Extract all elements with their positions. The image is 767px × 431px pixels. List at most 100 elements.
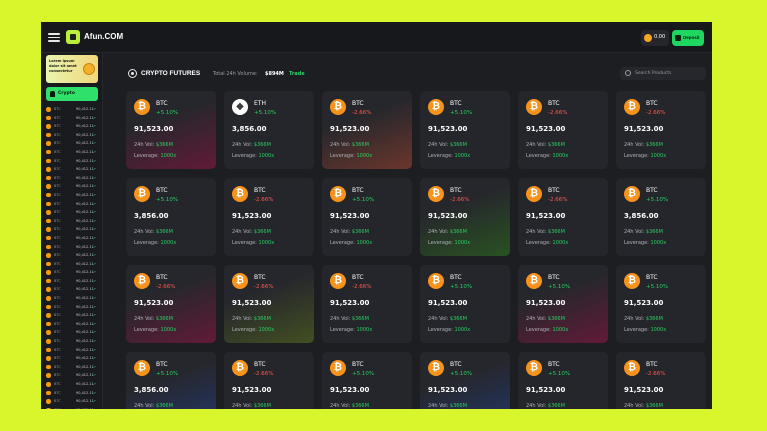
- futures-card[interactable]: ◆ ETH +5.10% 3,856.00 24h Vol: $366M Leverage…: [224, 91, 314, 169]
- market-list-item[interactable]: BTC90,412.11↗: [46, 260, 98, 269]
- brand-name[interactable]: Afun.COM: [84, 32, 123, 41]
- market-list-item[interactable]: BTC90,412.11↗: [46, 174, 98, 183]
- futures-card[interactable]: ₿BTC-2.66%91,523.0024h Vol: $366MLeverag…: [322, 265, 412, 343]
- market-list-item[interactable]: BTC90,412.11↗: [46, 337, 98, 346]
- card-leverage: Leverage: 1000x: [624, 240, 666, 246]
- futures-card[interactable]: ₿BTC+5.10%91,523.0024h Vol: $366MLeverag…: [420, 352, 510, 409]
- market-list-item[interactable]: BTC90,412.11↗: [46, 243, 98, 252]
- market-list-item[interactable]: BTC90,412.11↗: [46, 406, 98, 409]
- market-symbol: BTC: [54, 192, 61, 197]
- market-list-item[interactable]: BTC90,412.11↗: [46, 277, 98, 286]
- market-price: 90,412.11: [76, 192, 94, 197]
- search-input[interactable]: Search Products: [620, 67, 706, 80]
- balance-pill[interactable]: 0.00: [641, 30, 669, 46]
- futures-card[interactable]: ₿BTC-2.66%91,523.0024h Vol: $366MLeverag…: [126, 265, 216, 343]
- promo-banner[interactable]: Lorem ipsum dolor sit amet consectetur: [46, 55, 98, 83]
- category-crypto-button[interactable]: Crypto: [46, 87, 98, 101]
- market-list-item[interactable]: BTC90,412.11↗: [46, 363, 98, 372]
- card-change: +5.10%: [254, 110, 277, 116]
- futures-card[interactable]: ₿BTC+5.10%91,523.0024h Vol: $366MLeverag…: [322, 178, 412, 256]
- market-list-item[interactable]: BTC90,412.11↗: [46, 148, 98, 157]
- futures-card[interactable]: ₿BTC+5.10%91,523.0024h Vol: $366MLeverag…: [518, 352, 608, 409]
- market-symbol: BTC: [54, 278, 61, 283]
- card-price: 91,523.00: [428, 125, 468, 133]
- market-price: 90,412.11: [76, 158, 94, 163]
- market-list-item[interactable]: BTC90,412.11↗: [46, 311, 98, 320]
- trend-up-icon: ↗: [93, 399, 96, 404]
- volume-value: $366M: [253, 142, 271, 148]
- market-list-item[interactable]: BTC90,412.11↗: [46, 217, 98, 226]
- market-list-item[interactable]: BTC90,412.11↗: [46, 251, 98, 260]
- leverage-value: 1000x: [356, 327, 373, 333]
- futures-card[interactable]: ₿BTC+5.10%3,856.0024h Vol: $366MLeverage…: [126, 352, 216, 409]
- volume-value: $366M: [253, 403, 271, 409]
- futures-card[interactable]: ₿BTC+5.10%91,523.0024h Vol: $366MLeverag…: [518, 265, 608, 343]
- market-list-item[interactable]: BTC90,412.11↗: [46, 131, 98, 140]
- card-volume: 24h Vol: $366M: [624, 403, 663, 409]
- market-list-item[interactable]: BTC90,412.11↗: [46, 234, 98, 243]
- market-list-item[interactable]: BTC90,412.11↗: [46, 328, 98, 337]
- futures-card[interactable]: ₿BTC-2.66%91,523.0024h Vol: $366MLeverag…: [224, 178, 314, 256]
- market-list-item[interactable]: BTC90,412.11↗: [46, 165, 98, 174]
- volume-value: $366M: [155, 316, 173, 322]
- futures-card[interactable]: ₿BTC-2.66%91,523.0024h Vol: $366MLeverag…: [616, 91, 706, 169]
- futures-card[interactable]: ₿BTC-2.66%91,523.0024h Vol: $366MLeverag…: [616, 352, 706, 409]
- futures-card[interactable]: ₿BTC-2.66%91,523.0024h Vol: $366MLeverag…: [518, 91, 608, 169]
- volume-value: $366M: [449, 229, 467, 235]
- market-list-item[interactable]: BTC90,412.11↗: [46, 320, 98, 329]
- card-change: -2.66%: [254, 371, 274, 377]
- futures-card[interactable]: ₿BTC-2.66%91,523.0024h Vol: $366MLeverag…: [420, 178, 510, 256]
- futures-card[interactable]: ₿BTC+5.10%91,523.0024h Vol: $366MLeverag…: [420, 265, 510, 343]
- market-list-item[interactable]: BTC90,412.11↗: [46, 354, 98, 363]
- market-list-item[interactable]: BTC90,412.11↗: [46, 346, 98, 355]
- volume-value: $366M: [547, 229, 565, 235]
- market-symbol: BTC: [54, 132, 61, 137]
- bitcoin-icon: ₿: [526, 99, 542, 115]
- futures-card[interactable]: ₿BTC-2.66%91,523.0024h Vol: $366MLeverag…: [518, 178, 608, 256]
- trend-up-icon: ↗: [93, 261, 96, 266]
- market-list-item[interactable]: BTC90,412.11↗: [46, 208, 98, 217]
- futures-card[interactable]: ₿BTC+5.10%91,523.0024h Vol: $366MLeverag…: [420, 91, 510, 169]
- bitcoin-icon: [46, 364, 51, 370]
- leverage-label: Leverage:: [428, 327, 453, 333]
- futures-card[interactable]: ₿BTC+5.10%91,523.0024h Vol: $366MLeverag…: [322, 352, 412, 409]
- market-list-item[interactable]: BTC90,412.11↗: [46, 380, 98, 389]
- card-change: +5.10%: [646, 197, 669, 203]
- futures-card[interactable]: ₿BTC+5.10%3,856.0024h Vol: $366MLeverage…: [616, 178, 706, 256]
- market-list-item[interactable]: BTC90,412.11↗: [46, 371, 98, 380]
- market-list-item[interactable]: BTC90,412.11↗: [46, 285, 98, 294]
- trend-up-icon: ↗: [93, 253, 96, 258]
- card-symbol: BTC: [646, 274, 658, 281]
- hamburger-icon[interactable]: [48, 31, 60, 43]
- card-volume: 24h Vol: $366M: [134, 229, 173, 235]
- trade-link[interactable]: Trade: [289, 71, 305, 77]
- deposit-button[interactable]: Deposit: [672, 30, 704, 46]
- futures-card[interactable]: ₿BTC-2.66%91,523.0024h Vol: $366MLeverag…: [322, 91, 412, 169]
- trend-up-icon: ↗: [93, 382, 96, 386]
- market-list-item[interactable]: BTC90,412.11↗: [46, 105, 98, 114]
- market-list-item[interactable]: BTC90,412.11↗: [46, 114, 98, 123]
- market-list-item[interactable]: BTC90,412.11↗: [46, 182, 98, 191]
- market-list-item[interactable]: BTC90,412.11↗: [46, 303, 98, 312]
- market-list-item[interactable]: BTC90,412.11↗: [46, 200, 98, 209]
- futures-card[interactable]: ₿BTC+5.10%91,523.0024h Vol: $366MLeverag…: [126, 91, 216, 169]
- futures-card[interactable]: ₿BTC+5.10%3,856.0024h Vol: $366MLeverage…: [126, 178, 216, 256]
- market-list-item[interactable]: BTC90,412.11↗: [46, 268, 98, 277]
- market-list-item[interactable]: BTC90,412.11↗: [46, 294, 98, 303]
- market-list-item[interactable]: BTC90,412.11↗: [46, 225, 98, 234]
- market-list-item[interactable]: BTC90,412.11↗: [46, 397, 98, 406]
- market-list-item[interactable]: BTC90,412.11↗: [46, 139, 98, 148]
- market-list-item[interactable]: BTC90,412.11↗: [46, 191, 98, 200]
- bitcoin-icon: ₿: [624, 186, 640, 202]
- futures-card[interactable]: ₿BTC+5.10%91,523.0024h Vol: $366MLeverag…: [616, 265, 706, 343]
- market-symbol: BTC: [54, 330, 61, 335]
- market-list-item[interactable]: BTC90,412.11↗: [46, 122, 98, 131]
- card-change: -2.66%: [254, 284, 274, 290]
- futures-card[interactable]: ₿BTC-2.66%91,523.0024h Vol: $366MLeverag…: [224, 265, 314, 343]
- market-list-item[interactable]: BTC90,412.11↗: [46, 157, 98, 166]
- trend-up-icon: ↗: [93, 296, 96, 301]
- volume-label: 24h Vol:: [330, 229, 351, 235]
- market-list-item[interactable]: BTC90,412.11↗: [46, 389, 98, 398]
- market-price: 90,412.11: [76, 339, 94, 344]
- futures-card[interactable]: ₿BTC-2.66%91,523.0024h Vol: $366MLeverag…: [224, 352, 314, 409]
